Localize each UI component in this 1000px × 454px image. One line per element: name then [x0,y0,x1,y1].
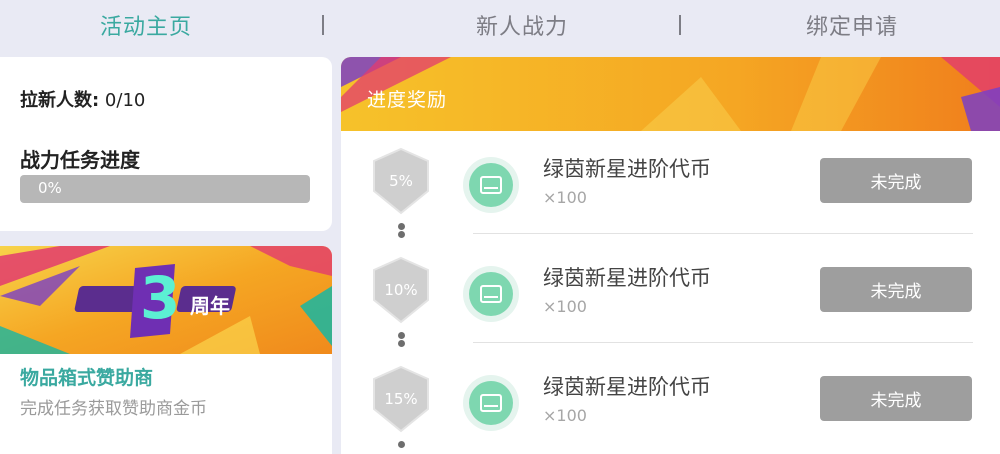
rewards-header: 进度奖励 [341,57,1000,131]
milestone-percent: 5% [389,172,413,190]
milestone-percent: 15% [384,390,418,408]
claim-status-button[interactable]: 未完成 [820,158,972,203]
tab-newbie-power[interactable]: 新人战力 [476,9,568,41]
invite-count: 拉新人数: 0/10 [20,86,145,112]
reward-quantity: ×100 [543,406,587,425]
claim-status-button[interactable]: 未完成 [820,267,972,312]
timeline-dot [398,340,405,347]
timeline-dot [398,223,405,230]
anniversary-banner-image: 3 周年 [0,246,332,354]
reward-row: 5% 绿茵新星进阶代币 ×100 未完成 [341,131,1000,240]
tab-bind-request[interactable]: 绑定申请 [806,9,898,41]
task-progress-title: 战力任务进度 [20,148,140,172]
sponsor-promo-description: 完成任务获取赞助商金币 [20,399,207,419]
milestone-percent: 10% [384,281,418,299]
progress-rewards-panel: 进度奖励 5% 绿茵新星进阶代币 ×100 未完成 10% 绿茵新星进阶代币 ×… [341,57,1000,454]
milestone-badge: 5% [371,147,431,215]
top-tab-bar: 活动主页 新人战力 绑定申请 [0,0,1000,50]
reward-quantity: ×100 [543,188,587,207]
invite-count-value: 0/10 [99,90,146,111]
reward-row: 10% 绿茵新星进阶代币 ×100 未完成 [341,231,1000,349]
reward-name: 绿茵新星进阶代币 [543,375,711,399]
anniversary-suffix: 周年 [190,294,230,318]
task-progress-bar: 0% [20,175,310,203]
anniversary-number: 3 [140,264,181,332]
row-divider [473,233,973,234]
token-icon [463,266,519,322]
reward-name: 绿茵新星进阶代币 [543,266,711,290]
timeline-dot [398,332,405,339]
row-divider [473,342,973,343]
sponsor-promo-card[interactable]: 3 周年 物品箱式赞助商 完成任务获取赞助商金币 [0,246,332,454]
sponsor-promo-title: 物品箱式赞助商 [20,367,154,389]
milestone-badge: 10% [371,256,431,324]
tab-separator [679,15,681,35]
reward-name: 绿茵新星进阶代币 [543,157,711,181]
token-icon [463,375,519,431]
timeline-dot [398,441,405,448]
reward-quantity: ×100 [543,297,587,316]
milestone-badge: 15% [371,365,431,433]
task-progress-text: 0% [38,179,62,197]
tab-activity-home[interactable]: 活动主页 [100,9,192,41]
tab-separator [322,15,324,35]
claim-status-button[interactable]: 未完成 [820,376,972,421]
invite-count-label: 拉新人数: [20,90,100,111]
token-icon [463,157,519,213]
stats-card: 拉新人数: 0/10 战力任务进度 0% [0,57,332,231]
reward-row: 15% 绿茵新星进阶代币 ×100 未完成 [341,340,1000,454]
timeline-dot [398,231,405,238]
rewards-header-title: 进度奖励 [367,89,448,111]
